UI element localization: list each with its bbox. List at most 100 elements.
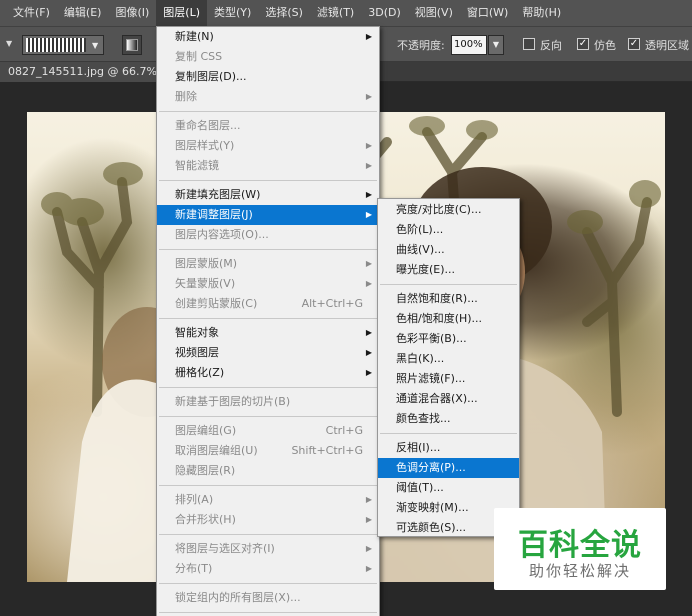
- menu-item[interactable]: 曲线(V)...: [378, 240, 519, 260]
- menu-bar: 文件(F) 编辑(E) 图像(I) 图层(L) 类型(Y) 选择(S) 滤镜(T) 3D(D)…: [0, 0, 692, 26]
- menu-item-label: 色彩平衡(B)...: [396, 332, 467, 345]
- menu-item-label: 复制图层(D)...: [175, 70, 247, 83]
- menu-item-label: 创建剪贴蒙版(C): [175, 297, 258, 310]
- menu-item[interactable]: 智能对象 ▶: [157, 323, 379, 343]
- menu-item[interactable]: 图层编组(G) Ctrl+G: [157, 421, 379, 441]
- submenu-arrow-icon: ▶: [365, 259, 372, 268]
- menu-item[interactable]: 矢量蒙版(V) ▶: [157, 274, 379, 294]
- menu-item[interactable]: 栅格化(Z) ▶: [157, 363, 379, 383]
- menu-item[interactable]: 取消图层编组(U) Shift+Ctrl+G: [157, 441, 379, 461]
- menu-item[interactable]: 黑白(K)...: [378, 349, 519, 369]
- menu-item[interactable]: 图层蒙版(M) ▶: [157, 254, 379, 274]
- menu-separator: [159, 583, 377, 584]
- transparency-label: 透明区域: [645, 39, 689, 52]
- menu-item[interactable]: 色调分离(P)...: [378, 458, 519, 478]
- menu-item[interactable]: 亮度/对比度(C)...: [378, 200, 519, 220]
- menu-separator: [159, 387, 377, 388]
- menu-item-label: 新建基于图层的切片(B): [175, 395, 291, 408]
- menu-edit[interactable]: 编辑(E): [57, 0, 109, 26]
- menu-item[interactable]: 曝光度(E)...: [378, 260, 519, 280]
- menu-item-label: 排列(A): [175, 493, 214, 506]
- dither-checkbox[interactable]: ✓: [577, 38, 589, 50]
- submenu-arrow-icon: ▶: [365, 210, 372, 219]
- menu-item[interactable]: 重命名图层...: [157, 116, 379, 136]
- menu-view[interactable]: 视图(V): [408, 0, 460, 26]
- menu-item-label: 曲线(V)...: [396, 243, 445, 256]
- menu-item[interactable]: 复制 CSS: [157, 47, 379, 67]
- document-tab[interactable]: 0827_145511.jpg @ 66.7%(RGB/8: [0, 62, 160, 82]
- menu-item-label: 合并形状(H): [175, 513, 236, 526]
- menu-item[interactable]: 排列(A) ▶: [157, 490, 379, 510]
- menu-separator: [159, 111, 377, 112]
- menu-item[interactable]: 将图层与选区对齐(I) ▶: [157, 539, 379, 559]
- menu-item[interactable]: 新建(N) ▶: [157, 27, 379, 47]
- menu-separator: [159, 612, 377, 613]
- menu-item-label: 渐变映射(M)...: [396, 501, 469, 514]
- menu-item[interactable]: 新建填充图层(W) ▶: [157, 185, 379, 205]
- menu-item-label: 删除: [175, 90, 197, 103]
- tool-dropdown-arrow-icon[interactable]: ▼: [6, 39, 12, 48]
- submenu-arrow-icon: ▶: [365, 141, 372, 150]
- menu-item[interactable]: 创建剪贴蒙版(C) Alt+Ctrl+G: [157, 294, 379, 314]
- baike-watermark: 百科全说 助你轻松解决: [494, 508, 666, 590]
- menu-item[interactable]: 智能滤镜 ▶: [157, 156, 379, 176]
- menu-item[interactable]: 删除 ▶: [157, 87, 379, 107]
- menu-item[interactable]: 复制图层(D)...: [157, 67, 379, 87]
- menu-item-shortcut: Ctrl+G: [325, 424, 363, 437]
- menu-item[interactable]: 分布(T) ▶: [157, 559, 379, 579]
- gradient-picker[interactable]: ▼: [22, 35, 104, 55]
- menu-image[interactable]: 图像(I): [108, 0, 156, 26]
- menu-item-label: 矢量蒙版(V): [175, 277, 236, 290]
- watermark-subtitle: 助你轻松解决: [528, 562, 631, 580]
- menu-item-label: 色阶(L)...: [396, 223, 444, 236]
- menu-item[interactable]: 照片滤镜(F)...: [378, 369, 519, 389]
- menu-item-label: 锁定组内的所有图层(X)...: [175, 591, 301, 604]
- menu-item-label: 新建调整图层(J): [175, 208, 253, 221]
- menu-select[interactable]: 选择(S): [258, 0, 310, 26]
- menu-item-label: 新建填充图层(W): [175, 188, 261, 201]
- menu-item[interactable]: 新建调整图层(J) ▶: [157, 205, 379, 225]
- menu-file[interactable]: 文件(F): [6, 0, 57, 26]
- menu-item-label: 色相/饱和度(H)...: [396, 312, 483, 325]
- menu-item-label: 复制 CSS: [175, 50, 223, 63]
- menu-item[interactable]: 色彩平衡(B)...: [378, 329, 519, 349]
- menu-item[interactable]: 视频图层 ▶: [157, 343, 379, 363]
- menu-window[interactable]: 窗口(W): [460, 0, 515, 26]
- menu-type[interactable]: 类型(Y): [207, 0, 258, 26]
- menu-item-label: 曝光度(E)...: [396, 263, 456, 276]
- menu-item[interactable]: 隐藏图层(R): [157, 461, 379, 481]
- reverse-checkbox[interactable]: [523, 38, 535, 50]
- menu-item[interactable]: 色相/饱和度(H)...: [378, 309, 519, 329]
- submenu-arrow-icon: ▶: [365, 515, 372, 524]
- menu-item[interactable]: 反相(I)...: [378, 438, 519, 458]
- opacity-dropdown-button[interactable]: ▼: [488, 35, 504, 55]
- menu-item[interactable]: 自然饱和度(R)...: [378, 289, 519, 309]
- menu-layer[interactable]: 图层(L): [156, 0, 208, 26]
- menu-item[interactable]: 新建基于图层的切片(B): [157, 392, 379, 412]
- menu-item[interactable]: 图层内容选项(O)...: [157, 225, 379, 245]
- menu-item[interactable]: 色阶(L)...: [378, 220, 519, 240]
- menu-item-label: 黑白(K)...: [396, 352, 445, 365]
- menu-item[interactable]: 锁定组内的所有图层(X)...: [157, 588, 379, 608]
- menu-item[interactable]: 合并形状(H) ▶: [157, 510, 379, 530]
- menu-3d[interactable]: 3D(D): [361, 0, 408, 26]
- opacity-field[interactable]: 100%: [451, 35, 487, 55]
- menu-separator: [159, 249, 377, 250]
- watermark-title: 百科全说: [518, 528, 642, 563]
- menu-item[interactable]: 阈值(T)...: [378, 478, 519, 498]
- menu-separator: [159, 416, 377, 417]
- menu-item[interactable]: 图层样式(Y) ▶: [157, 136, 379, 156]
- submenu-arrow-icon: ▶: [365, 564, 372, 573]
- transparency-checkbox[interactable]: ✓: [628, 38, 640, 50]
- linear-gradient-button[interactable]: [122, 35, 142, 55]
- menu-item[interactable]: 通道混合器(X)...: [378, 389, 519, 409]
- menu-item-label: 图层样式(Y): [175, 139, 235, 152]
- menu-filter[interactable]: 滤镜(T): [310, 0, 361, 26]
- chevron-down-icon: ▼: [492, 40, 500, 49]
- menu-item-label: 将图层与选区对齐(I): [175, 542, 275, 555]
- menu-help[interactable]: 帮助(H): [515, 0, 568, 26]
- menu-item-label: 亮度/对比度(C)...: [396, 203, 482, 216]
- menu-item[interactable]: 颜色查找...: [378, 409, 519, 429]
- menu-item-label: 反相(I)...: [396, 441, 441, 454]
- menu-separator: [159, 534, 377, 535]
